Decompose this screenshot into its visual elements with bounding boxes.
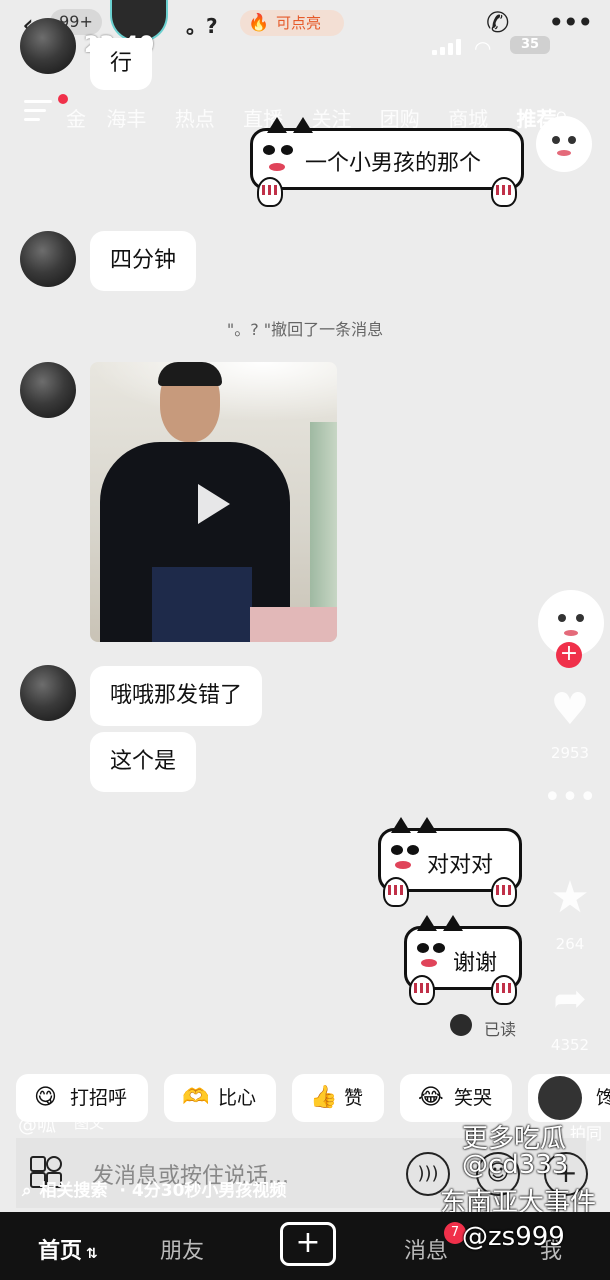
post-type-label: 图文 <box>74 1114 105 1132</box>
sticker-eye <box>281 145 293 155</box>
follow-plus-icon[interactable]: + <box>556 642 582 668</box>
quick-reply-like[interactable]: 👍 赞 <box>292 1074 384 1122</box>
menu-icon[interactable] <box>24 100 52 127</box>
wifi-icon: ◠ <box>474 36 492 60</box>
sender-avatar[interactable] <box>20 18 76 74</box>
quick-reply-heart[interactable]: 🫶 比心 <box>164 1074 276 1122</box>
search-icon: ⌕ <box>22 1181 32 1201</box>
read-status: 已读 <box>484 1020 517 1039</box>
heart-hands-emoji-icon: 🫶 <box>182 1085 210 1110</box>
sticker-paw <box>257 177 283 207</box>
flame-icon: 🔥 <box>248 13 270 33</box>
message-bubble[interactable]: 行 <box>90 38 153 90</box>
sticker-text: 对对对 <box>427 853 494 878</box>
avatar-thumb <box>538 1076 582 1120</box>
battery-icon: 35 <box>510 36 550 54</box>
quick-reply-crave[interactable]: 馋 <box>528 1074 610 1122</box>
create-button[interactable]: + <box>280 1222 336 1266</box>
signal-icon <box>432 39 464 55</box>
sticker-face-icon <box>536 116 592 172</box>
share-count: 4352 <box>550 1036 590 1054</box>
favorite-count: 264 <box>555 935 585 953</box>
nav-messages[interactable]: 消息 <box>404 1233 448 1265</box>
tab-partial[interactable]: 金 <box>66 107 86 131</box>
watermark-line: @cd333 <box>462 1150 569 1180</box>
nav-friends[interactable]: 朋友 <box>160 1233 204 1265</box>
star-icon[interactable]: ★ <box>540 872 600 923</box>
more-icon[interactable]: ••• <box>548 6 594 39</box>
contact-name[interactable]: 。? <box>186 10 218 39</box>
sticker-message[interactable]: 谢谢 <box>404 915 522 1005</box>
message-bubble[interactable]: 哦哦那发错了 <box>90 666 263 726</box>
message-bubble[interactable]: 四分钟 <box>90 231 197 291</box>
spark-button[interactable]: 🔥 可点亮 <box>240 10 344 36</box>
sticker-message[interactable]: 对对对 <box>378 817 522 907</box>
sender-avatar[interactable] <box>20 665 76 721</box>
author-handle[interactable]: @呱 <box>18 1110 56 1137</box>
quick-reply-laugh[interactable]: 😂 笑哭 <box>400 1074 512 1122</box>
sender-avatar[interactable] <box>20 362 76 418</box>
recall-notice: "。? "撤回了一条消息 <box>226 320 384 339</box>
watermark-line: @zs999 <box>462 1222 565 1252</box>
laugh-cry-emoji-icon: 😂 <box>418 1085 444 1110</box>
sticker-message[interactable]: 一个小男孩的那个 <box>250 117 524 207</box>
like-count: 2953 <box>550 744 590 762</box>
heart-icon[interactable]: ♥ <box>540 684 600 735</box>
sticker-paw <box>491 177 517 207</box>
switch-icon: ⇅ <box>86 1246 98 1262</box>
tab-haifeng[interactable]: 海丰 <box>106 107 146 131</box>
sticker-eye <box>263 145 275 155</box>
tab-hot[interactable]: 热点 <box>175 107 215 131</box>
spark-label: 可点亮 <box>276 14 322 32</box>
sticker-ear <box>267 117 287 133</box>
sticker-lips <box>269 163 285 171</box>
thumbs-up-emoji-icon: 👍 <box>310 1085 338 1110</box>
video-message[interactable] <box>90 362 337 642</box>
sticker-ear <box>293 117 313 133</box>
sticker-text: 谢谢 <box>453 951 498 976</box>
sticker-text: 一个小男孩的那个 <box>305 151 482 176</box>
reader-avatar <box>450 1014 472 1036</box>
sender-avatar[interactable] <box>20 231 76 287</box>
phone-icon[interactable]: ✆ <box>486 6 509 39</box>
share-icon[interactable]: ➦ <box>540 976 600 1022</box>
nav-home[interactable]: 首页 ⇅ <box>38 1233 98 1265</box>
play-icon[interactable] <box>198 484 230 524</box>
related-search[interactable]: ⌕ 相关搜索 · 4分30秒小男孩视频 <box>22 1176 286 1201</box>
message-bubble[interactable]: 这个是 <box>90 732 197 792</box>
comment-icon[interactable]: ••• <box>540 780 600 815</box>
